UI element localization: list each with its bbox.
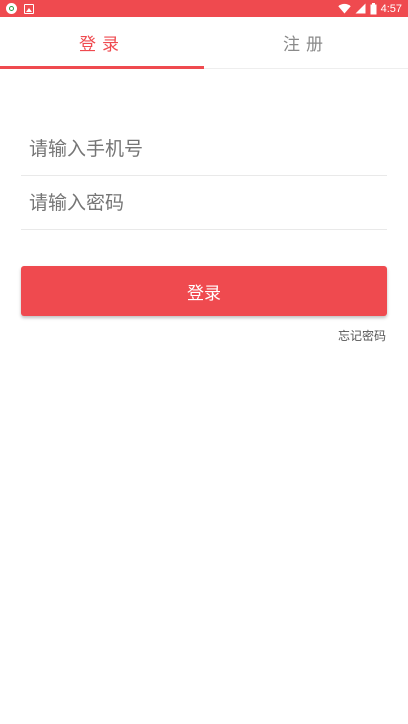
app-notification-icon xyxy=(6,3,17,14)
phone-row xyxy=(21,122,387,176)
tab-login[interactable]: 登录 xyxy=(0,17,204,69)
photo-notification-icon xyxy=(24,3,34,14)
password-input[interactable] xyxy=(21,191,387,214)
status-bar: 4:57 xyxy=(0,0,408,17)
wifi-icon xyxy=(337,3,351,14)
status-time: 4:57 xyxy=(380,2,402,15)
forgot-password-link[interactable]: 忘记密码 xyxy=(338,327,386,344)
status-bar-left xyxy=(6,3,34,14)
status-bar-right: 4:57 xyxy=(337,2,402,15)
login-form xyxy=(21,122,387,230)
signal-icon xyxy=(355,3,366,14)
tab-bar: 登录 注册 xyxy=(0,17,408,69)
tab-login-label: 登录 xyxy=(79,35,125,55)
phone-input[interactable] xyxy=(21,137,387,160)
login-button[interactable]: 登录 xyxy=(21,266,387,316)
tab-register-label: 注册 xyxy=(283,35,329,55)
tab-register[interactable]: 注册 xyxy=(204,17,408,68)
password-row xyxy=(21,176,387,230)
battery-icon xyxy=(370,2,377,14)
